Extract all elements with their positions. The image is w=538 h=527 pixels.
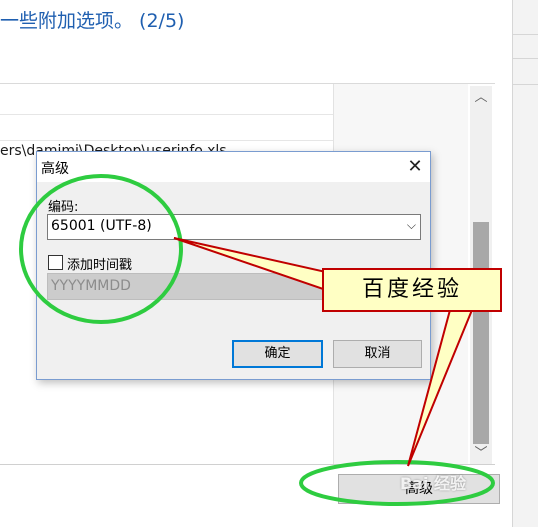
annotation-arrow-down bbox=[407, 309, 474, 467]
highlight-ellipse-dialog bbox=[19, 174, 183, 324]
annotation-label: 百度经验 bbox=[322, 268, 502, 312]
annotation-arrow-left bbox=[173, 237, 327, 292]
annotation-overlay bbox=[19, 174, 495, 506]
watermark: Bai 经验 bbox=[400, 474, 467, 493]
